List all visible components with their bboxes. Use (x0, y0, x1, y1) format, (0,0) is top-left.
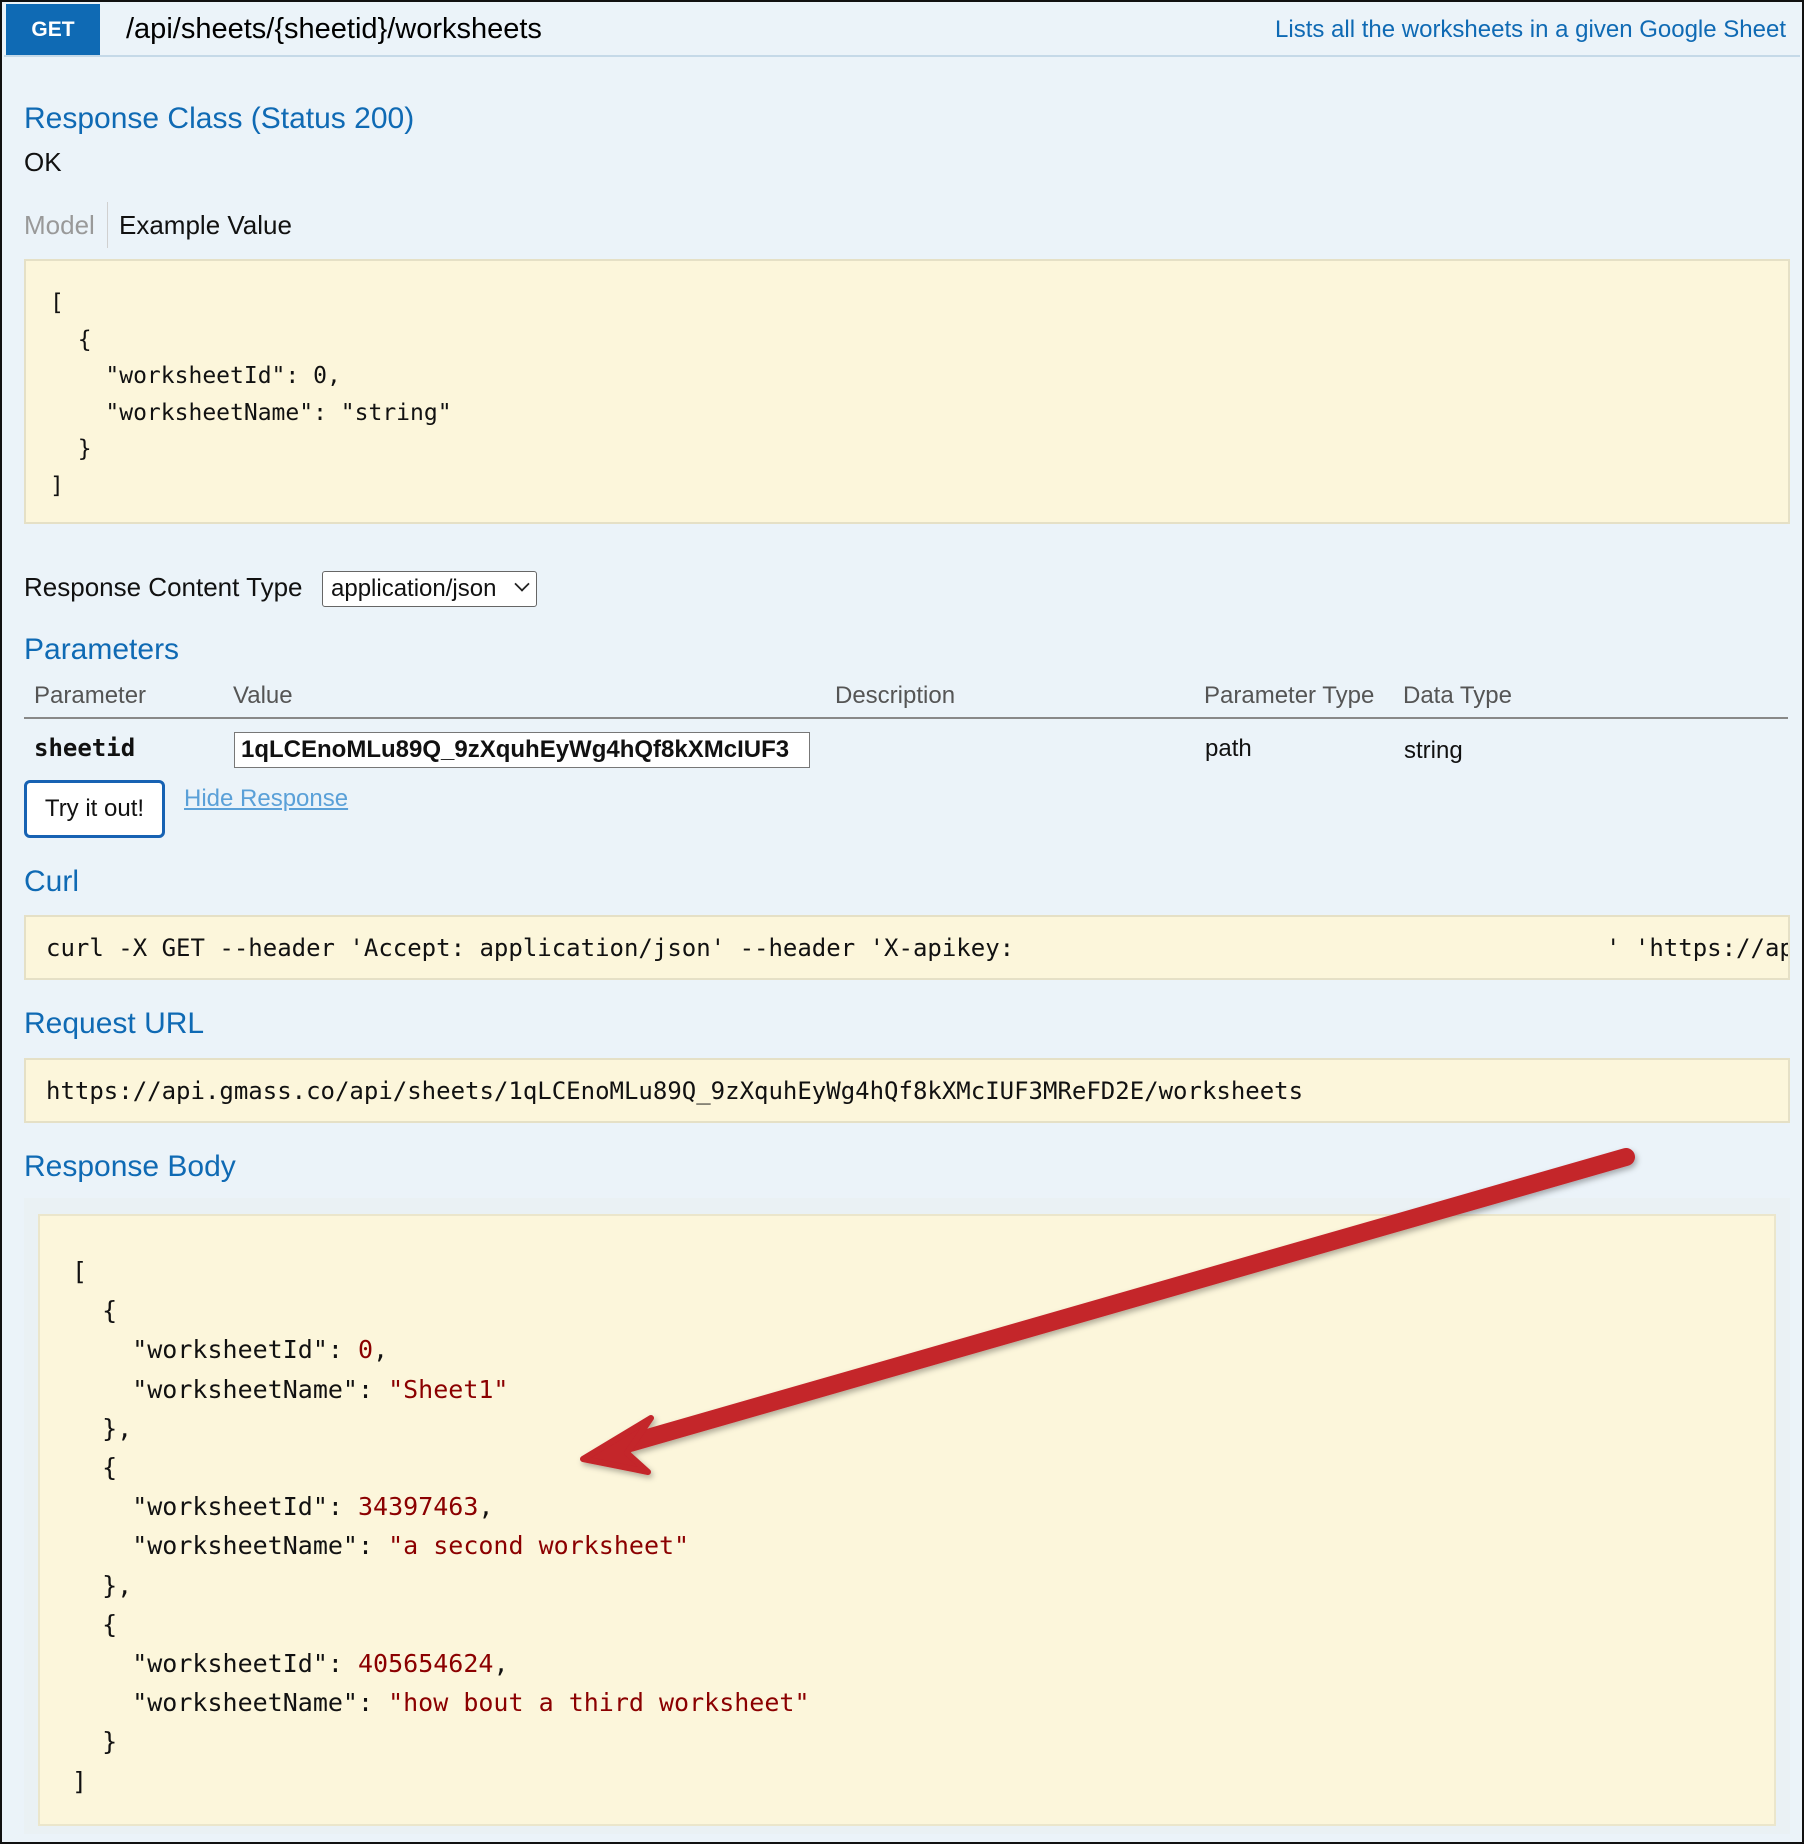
swagger-operation-panel: GET /api/sheets/{sheetid}/worksheets Lis… (0, 0, 1804, 1844)
response-body-box[interactable]: [ { "worksheetId": 0, "worksheetName": "… (38, 1214, 1776, 1826)
tab-model[interactable]: Model (24, 210, 95, 241)
column-header-value: Value (233, 682, 293, 709)
sheetid-input[interactable]: 1qLCEnoMLu89Q_9zXquhEyWg4hQf8kXMcIUF3 (234, 732, 810, 768)
hide-response-link[interactable]: Hide Response (184, 785, 348, 813)
code-line: "worksheetName": "a second worksheet" (72, 1531, 690, 1561)
tab-example-value[interactable]: Example Value (119, 210, 292, 241)
code-line: } (72, 1727, 118, 1757)
endpoint-path[interactable]: /api/sheets/{sheetid}/worksheets (126, 13, 542, 46)
response-status-text: OK (24, 147, 62, 177)
code-line: ] (72, 1766, 88, 1796)
code-line: "worksheetId": 0, (50, 363, 341, 389)
json-value: "how bout a third worksheet" (388, 1688, 810, 1718)
code-line: "worksheetName": "string" (50, 399, 452, 426)
code-line: [ (72, 1257, 88, 1286)
code-line: { (72, 1609, 118, 1639)
code-line: [ (50, 290, 64, 316)
response-class-title: Response Class (Status 200) (24, 102, 415, 135)
parameter-type: path (1205, 735, 1252, 762)
code-line: "worksheetId": 405654624, (72, 1649, 509, 1679)
tab-divider (107, 202, 108, 248)
operation-header[interactable]: GET /api/sheets/{sheetid}/worksheets Lis… (4, 4, 1800, 57)
try-it-out-button[interactable]: Try it out! (24, 780, 165, 838)
response-json: [ { "worksheetId": 0, "worksheetName": "… (72, 1252, 810, 1801)
parameter-data-type: string (1404, 737, 1463, 764)
json-value: 405654624 (357, 1649, 494, 1679)
parameter-name: sheetid (34, 734, 136, 762)
chevron-down-icon (514, 576, 530, 592)
curl-command-start: curl -X GET --header 'Accept: applicatio… (46, 934, 1015, 962)
content-type-selected: application/json (331, 575, 497, 602)
parameters-title: Parameters (24, 633, 180, 666)
curl-title: Curl (24, 865, 80, 898)
request-url-text: https://api.gmass.co/api/sheets/1qLCEnoM… (46, 1077, 1304, 1105)
json-value: "Sheet1" (388, 1374, 509, 1404)
column-header-description: Description (835, 682, 956, 709)
table-header-divider (24, 717, 1788, 719)
curl-box[interactable]: curl -X GET --header 'Accept: applicatio… (24, 915, 1790, 980)
column-header-parameter-type: Parameter Type (1204, 682, 1375, 709)
code-line: "worksheetName": "how bout a third works… (72, 1688, 810, 1718)
json-value: 34397463 (357, 1492, 479, 1522)
response-body-title: Response Body (24, 1150, 236, 1183)
example-json: [ { "worksheetId": 0, "worksheetName": "… (50, 285, 452, 504)
http-method-badge: GET (6, 4, 100, 55)
column-header-parameter: Parameter (34, 682, 147, 709)
request-url-title: Request URL (24, 1007, 205, 1040)
code-line: }, (72, 1570, 133, 1600)
code-line: }, (72, 1413, 133, 1443)
code-line: } (50, 436, 92, 462)
code-line: { (72, 1296, 118, 1326)
curl-command-end: ' 'https://api. (1606, 934, 1788, 962)
code-line: ] (50, 472, 64, 499)
content-type-select[interactable]: application/json (322, 571, 537, 607)
request-url-box[interactable]: https://api.gmass.co/api/sheets/1qLCEnoM… (24, 1058, 1790, 1123)
json-value: 0 (357, 1335, 374, 1365)
code-line: { (50, 326, 92, 353)
column-header-data-type: Data Type (1403, 682, 1512, 709)
code-line: "worksheetId": 0, (72, 1335, 389, 1365)
json-value: "a second worksheet" (388, 1531, 690, 1561)
endpoint-summary[interactable]: Lists all the worksheets in a given Goog… (1275, 16, 1786, 44)
example-value-box[interactable]: [ { "worksheetId": 0, "worksheetName": "… (24, 259, 1790, 524)
content-type-label: Response Content Type (24, 572, 303, 602)
code-line: "worksheetName": "Sheet1" (72, 1374, 509, 1404)
code-line: "worksheetId": 34397463, (72, 1492, 494, 1522)
code-line: { (72, 1453, 118, 1483)
